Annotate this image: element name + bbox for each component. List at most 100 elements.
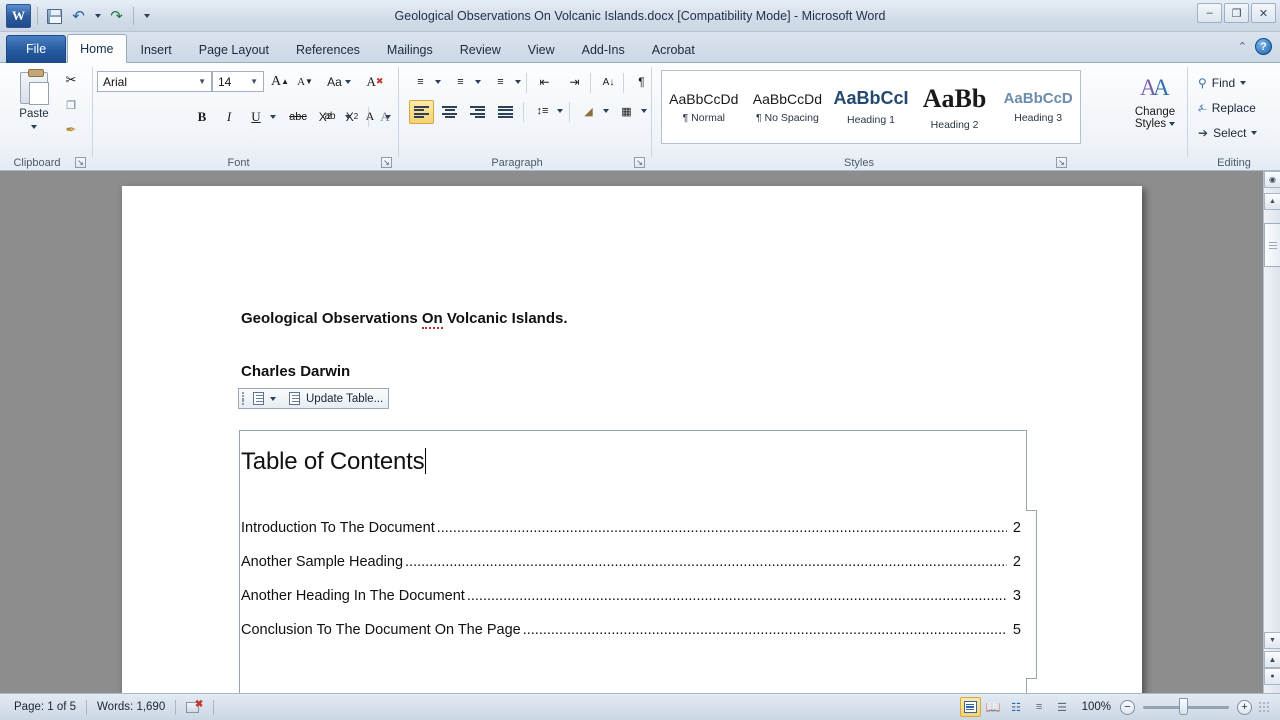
numbering-dropdown-icon[interactable] (472, 71, 483, 93)
decrease-indent-icon[interactable]: ⇤ (533, 71, 556, 93)
multilevel-list-icon[interactable]: ≡ (489, 71, 512, 93)
numbering-icon[interactable]: ≡ (449, 71, 472, 93)
underline-icon[interactable]: U (245, 105, 267, 128)
update-table-label[interactable]: Update Table... (306, 393, 383, 405)
style-heading-3[interactable]: AaBbCcD Heading 3 (996, 71, 1080, 143)
change-styles-dropdown-icon[interactable] (1169, 122, 1175, 126)
tab-add-ins[interactable]: Add-Ins (569, 36, 638, 63)
previous-page-icon[interactable]: ▲ (1264, 651, 1280, 668)
tab-acrobat[interactable]: Acrobat (639, 36, 708, 63)
toc-update-toolbar[interactable]: Update Table... (238, 388, 389, 409)
paste-button[interactable]: Paste (10, 67, 58, 143)
bullets-dropdown-icon[interactable] (432, 71, 443, 93)
clipboard-dialog-launcher[interactable]: ↘ (75, 157, 86, 168)
toc-content-control[interactable]: Table of Contents Introduction To The Do… (239, 430, 1027, 720)
tab-home[interactable]: Home (67, 34, 126, 63)
save-icon[interactable] (44, 6, 65, 27)
word-count[interactable]: Words: 1,690 (87, 697, 175, 718)
style-heading-2[interactable]: AaBb Heading 2 (913, 71, 997, 143)
grow-font-icon[interactable]: A▲ (268, 70, 292, 93)
justify-icon[interactable] (493, 100, 518, 124)
align-left-icon[interactable] (409, 100, 434, 124)
paste-dropdown-icon[interactable] (31, 125, 37, 129)
styles-gallery[interactable]: AaBbCcDd ¶ Normal AaBbCcDd ¶ No Spacing … (661, 70, 1081, 144)
customize-qat-icon[interactable] (140, 6, 153, 27)
cut-icon[interactable]: ✂ (60, 69, 82, 91)
multilevel-dropdown-icon[interactable] (512, 71, 523, 93)
view-outline-icon[interactable]: ≡ (1029, 697, 1050, 717)
font-size-chevron-down-icon[interactable]: ▼ (247, 77, 261, 86)
resize-grip-icon[interactable] (1258, 701, 1270, 713)
zoom-slider[interactable] (1143, 706, 1229, 709)
style-normal[interactable]: AaBbCcDd ¶ Normal (662, 71, 746, 143)
font-name-chevron-down-icon[interactable]: ▼ (195, 77, 209, 86)
tab-insert[interactable]: Insert (128, 36, 185, 63)
tab-review[interactable]: Review (447, 36, 514, 63)
tab-file[interactable]: File (6, 35, 66, 63)
minimize-button[interactable]: – (1197, 3, 1222, 23)
paragraph-dialog-launcher[interactable]: ↘ (634, 157, 645, 168)
line-spacing-dropdown-icon[interactable] (554, 100, 565, 122)
update-table-icon[interactable] (286, 391, 302, 407)
tab-mailings[interactable]: Mailings (374, 36, 446, 63)
scroll-up-icon[interactable]: ▲ (1264, 193, 1280, 210)
line-spacing-icon[interactable]: ↕≡ (531, 100, 554, 122)
toc-entry[interactable]: Another Heading In The Document ........… (241, 588, 1021, 606)
zoom-slider-thumb[interactable] (1179, 698, 1188, 715)
change-styles-button[interactable]: A A Change Styles (1127, 69, 1183, 145)
view-web-layout-icon[interactable]: ☷ (1006, 697, 1027, 717)
replace-button[interactable]: ⍼ Replace (1193, 96, 1261, 120)
toolbar-grip-icon[interactable] (242, 392, 246, 405)
font-size-input[interactable]: 14 ▼ (212, 71, 264, 92)
find-button[interactable]: ⚲ Find (1193, 71, 1251, 95)
page-indicator[interactable]: Page: 1 of 5 (4, 697, 86, 718)
tab-view[interactable]: View (515, 36, 568, 63)
zoom-out-button[interactable]: − (1120, 700, 1135, 715)
show-formatting-marks-icon[interactable]: ¶ (630, 71, 653, 93)
minimize-ribbon-icon[interactable]: ⌃ (1238, 40, 1247, 53)
view-draft-icon[interactable]: ☰ (1052, 697, 1073, 717)
zoom-level[interactable]: 100% (1075, 701, 1118, 713)
font-name-input[interactable]: Arial ▼ (97, 71, 212, 92)
scroll-thumb[interactable] (1264, 223, 1280, 267)
toc-entry[interactable]: Introduction To The Document ...........… (241, 520, 1021, 538)
toc-entry[interactable]: Conclusion To The Document On The Page .… (241, 622, 1021, 640)
borders-icon[interactable]: ▦ (615, 100, 638, 122)
help-icon[interactable]: ? (1255, 38, 1272, 55)
view-full-screen-reading-icon[interactable]: 📖 (983, 697, 1004, 717)
select-button[interactable]: ➔ Select (1193, 121, 1262, 145)
font-color-dropdown-icon[interactable] (382, 105, 393, 128)
view-print-layout-icon[interactable] (960, 697, 981, 717)
restore-button[interactable]: ❐ (1224, 3, 1249, 23)
align-center-icon[interactable] (437, 100, 462, 124)
tab-references[interactable]: References (283, 36, 373, 63)
copy-icon[interactable]: ❐ (60, 94, 82, 116)
highlight-dropdown-icon[interactable] (342, 105, 353, 128)
sort-icon[interactable]: A↓ (597, 71, 620, 93)
redo-icon[interactable]: ↷ (106, 6, 127, 27)
toc-options-icon[interactable] (250, 391, 266, 407)
styles-dialog-launcher[interactable]: ↘ (1056, 157, 1067, 168)
undo-dropdown-icon[interactable] (92, 6, 103, 27)
tab-page-layout[interactable]: Page Layout (186, 36, 282, 63)
toc-options-dropdown-icon[interactable] (270, 397, 276, 401)
document-page[interactable]: Geological Observations On Volcanic Isla… (122, 186, 1142, 694)
toc-entry[interactable]: Another Sample Heading .................… (241, 554, 1021, 572)
scroll-down-icon[interactable]: ▼ (1264, 632, 1280, 649)
align-right-icon[interactable] (465, 100, 490, 124)
borders-dropdown-icon[interactable] (638, 100, 649, 122)
office-logo-button[interactable]: W (6, 4, 31, 28)
shading-dropdown-icon[interactable] (600, 100, 611, 122)
close-button[interactable]: ✕ (1251, 3, 1276, 23)
italic-icon[interactable]: I (218, 105, 240, 128)
zoom-in-button[interactable]: + (1237, 700, 1252, 715)
increase-indent-icon[interactable]: ⇥ (563, 71, 586, 93)
shading-icon[interactable]: ◢ (577, 100, 600, 122)
format-painter-icon[interactable]: ✒ (60, 119, 82, 141)
browse-object-icon[interactable]: ◉ (1264, 171, 1280, 188)
find-dropdown-icon[interactable] (1240, 81, 1246, 85)
select-dropdown-icon[interactable] (1251, 131, 1257, 135)
bold-icon[interactable]: B (191, 105, 213, 128)
bullets-icon[interactable]: ≡ (409, 71, 432, 93)
font-color-icon[interactable]: A (358, 105, 382, 128)
